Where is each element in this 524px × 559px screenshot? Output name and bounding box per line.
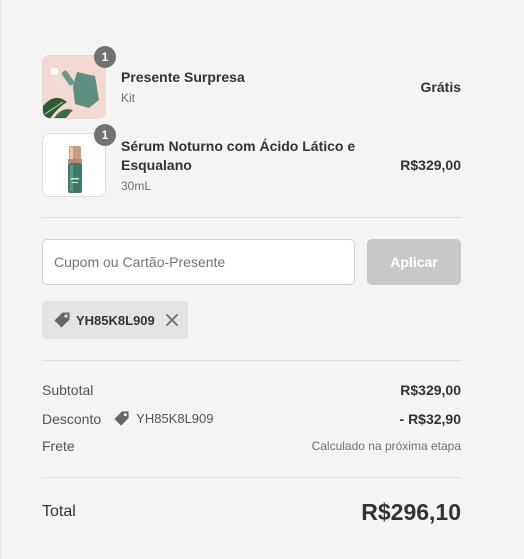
- subtotal-value: R$329,00: [400, 382, 461, 398]
- item-info: Presente Surpresa Kit: [121, 68, 409, 106]
- tag-icon: [113, 410, 130, 427]
- shipping-row: Frete Calculado na próxima etapa: [42, 438, 461, 454]
- line-item: 1 Sérum Noturno com Ácido Lático e Esqua…: [42, 124, 461, 197]
- item-price: R$329,00: [400, 157, 461, 173]
- item-variant: 30mL: [121, 178, 152, 193]
- coupon-input[interactable]: [42, 239, 355, 285]
- item-name: Sérum Noturno com Ácido Lático e Esquala…: [121, 137, 356, 173]
- discount-left: Desconto YH85K8L909: [42, 410, 214, 427]
- close-icon[interactable]: [165, 313, 179, 327]
- item-price: Grátis: [420, 79, 461, 95]
- divider: [42, 360, 461, 361]
- tag-icon: [53, 311, 71, 329]
- line-item: 1 Presente Surpresa Kit Grátis: [42, 46, 461, 119]
- quantity-badge: 1: [94, 46, 116, 68]
- discount-row: Desconto YH85K8L909 - R$32,90: [42, 410, 461, 427]
- apply-coupon-button[interactable]: Aplicar: [367, 239, 461, 285]
- discount-value: - R$32,90: [399, 410, 461, 427]
- subtotal-label: Subtotal: [42, 382, 94, 398]
- total-label: Total: [42, 503, 76, 520]
- gift-product-image: [43, 56, 105, 118]
- serum-product-image: [43, 134, 105, 196]
- item-name: Presente Surpresa: [121, 69, 245, 85]
- item-info: Sérum Noturno com Ácido Lático e Esquala…: [121, 137, 388, 194]
- subtotal-row: Subtotal R$329,00: [42, 382, 461, 398]
- applied-coupon-chip: YH85K8L909: [42, 301, 188, 339]
- divider: [42, 217, 461, 218]
- shipping-label: Frete: [42, 438, 75, 454]
- discount-label: Desconto: [42, 410, 102, 427]
- divider: [42, 477, 461, 478]
- item-variant: Kit: [121, 91, 136, 105]
- quantity-badge: 1: [94, 124, 116, 146]
- shipping-value: Calculado na próxima etapa: [311, 439, 461, 453]
- order-summary-panel: 1 Presente Surpresa Kit Grátis 1 Sérum N…: [0, 0, 524, 559]
- coupon-code: YH85K8L909: [76, 312, 155, 328]
- discount-code: YH85K8L909: [136, 411, 214, 426]
- product-thumbnail: 1: [42, 124, 116, 197]
- total-value: R$296,10: [361, 498, 461, 525]
- product-thumbnail: 1: [42, 46, 116, 119]
- total-row: Total R$296,10: [42, 496, 461, 528]
